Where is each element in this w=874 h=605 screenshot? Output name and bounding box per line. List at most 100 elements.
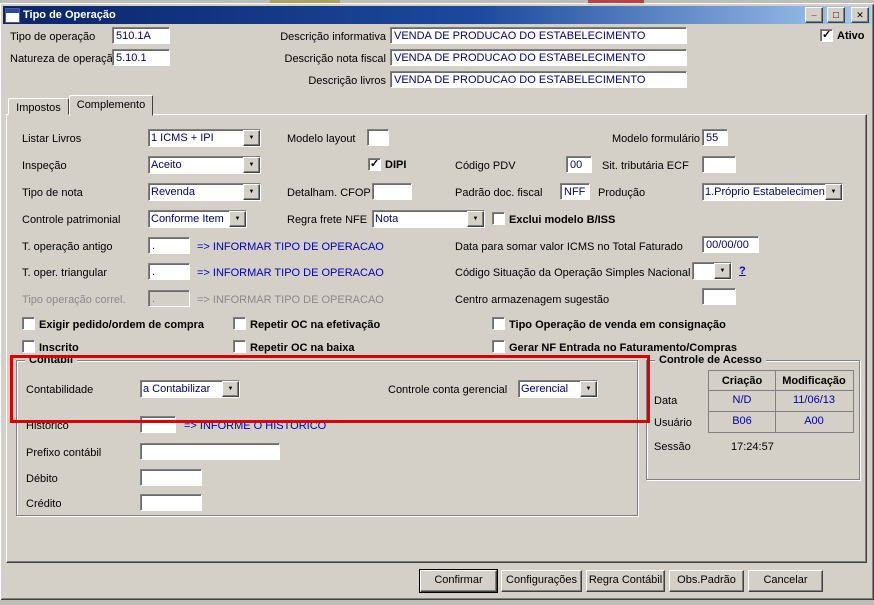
ativo-checkbox[interactable]	[820, 28, 833, 42]
sit-tributaria-ecf-field[interactable]	[702, 156, 736, 173]
window-title: Tipo de Operação	[23, 9, 116, 21]
close-button[interactable]	[851, 7, 869, 23]
chevron-down-icon[interactable]	[580, 381, 597, 397]
controle-conta-gerencial-select[interactable]: Gerencial	[518, 380, 598, 398]
contabilidade-select[interactable]: a Contabilizar	[140, 380, 240, 398]
credito-field[interactable]	[140, 494, 202, 511]
exigir-pedido-label: Exigir pedido/ordem de compra	[39, 319, 205, 331]
listar-livros-select[interactable]: 1 ICMS + IPI	[148, 129, 261, 147]
descricao-livros-field[interactable]: VENDA DE PRODUCAO DO ESTABELECIMENTO	[390, 71, 687, 88]
repetir-oc-efetivacao-checkbox[interactable]	[233, 317, 246, 330]
contabilidade-value: a Contabilizar	[143, 383, 211, 395]
t-operacao-antigo-hint: => INFORMAR TIPO DE OPERACAO	[197, 241, 384, 253]
confirmar-button[interactable]: Confirmar	[419, 569, 498, 593]
titlebar[interactable]: Tipo de Operação	[3, 6, 871, 24]
acesso-data-criacao: N/D	[708, 390, 776, 412]
modelo-formulario-label: Modelo formulário	[612, 133, 701, 145]
codigo-pdv-field[interactable]: 00	[566, 156, 592, 173]
tipo-operacao-correl-field: .	[148, 290, 190, 307]
cod-situacao-simples-value	[693, 263, 714, 279]
tipo-op-venda-consignacao-label: Tipo Operação de venda em consignação	[509, 319, 726, 331]
descricao-informativa-label: Descrição informativa	[280, 31, 386, 43]
descricao-nota-fiscal-field[interactable]: VENDA DE PRODUCAO DO ESTABELECIMENTO	[390, 49, 687, 66]
chevron-down-icon[interactable]	[243, 157, 260, 173]
t-operacao-antigo-label: T. operação antigo	[22, 241, 113, 253]
controle-conta-gerencial-value: Gerencial	[521, 383, 569, 395]
prefixo-contabil-label: Prefixo contábil	[26, 447, 102, 459]
padrao-doc-fiscal-field[interactable]: NFF	[560, 183, 590, 200]
minimize-button[interactable]	[805, 7, 823, 23]
inspecao-select[interactable]: Aceito	[148, 156, 261, 174]
controle-patrimonial-value: Conforme Item	[151, 213, 224, 225]
acesso-usuario-modificacao: A00	[775, 411, 854, 433]
sit-tributaria-ecf-label: Sit. tributária ECF	[602, 160, 689, 172]
prefixo-contabil-field[interactable]	[140, 443, 280, 460]
historico-field[interactable]	[140, 416, 176, 433]
exclui-modelo-biss-checkbox[interactable]	[492, 212, 505, 225]
natureza-operacao-field[interactable]: 5.10.1	[112, 49, 170, 66]
tipo-de-nota-value: Revenda	[151, 186, 196, 198]
inspecao-label: Inspeção	[22, 160, 67, 172]
descricao-nota-fiscal-label: Descrição nota fiscal	[284, 53, 387, 65]
repetir-oc-baixa-checkbox[interactable]	[233, 340, 246, 353]
t-oper-triangular-field[interactable]: .	[148, 263, 190, 280]
producao-label: Produção	[598, 187, 646, 199]
regra-contabil-button[interactable]: Regra Contábil	[586, 570, 665, 592]
detalham-cfop-field[interactable]	[372, 183, 412, 200]
t-oper-triangular-hint: => INFORMAR TIPO DE OPERACAO	[197, 267, 384, 279]
centro-armazenagem-label: Centro armazenagem sugestão	[455, 294, 610, 306]
controle-acesso-group-title: Controle de Acesso	[655, 354, 766, 366]
chevron-down-icon[interactable]	[229, 211, 246, 227]
acesso-row-usuario-label: Usuário	[654, 417, 692, 429]
t-oper-triangular-label: T. oper. triangular	[22, 267, 107, 279]
historico-label: Histórico	[26, 420, 69, 432]
maximize-button[interactable]	[827, 7, 845, 23]
modelo-formulario-field[interactable]: 55	[702, 129, 728, 146]
listar-livros-value: 1 ICMS + IPI	[151, 132, 214, 144]
regra-frete-nfe-value: Nota	[375, 213, 399, 225]
acesso-col-criacao: Criação	[708, 370, 776, 391]
debito-field[interactable]	[140, 469, 202, 486]
exclui-modelo-biss-label: Exclui modelo B/ISS	[509, 214, 616, 226]
centro-armazenagem-field[interactable]	[702, 288, 736, 305]
regra-frete-nfe-label: Regra frete NFE	[287, 214, 368, 226]
descricao-informativa-field[interactable]: VENDA DE PRODUCAO DO ESTABELECIMENTO	[390, 27, 687, 44]
chevron-down-icon[interactable]	[825, 184, 842, 200]
inscrito-checkbox[interactable]	[22, 340, 35, 353]
obs-padrao-button[interactable]: Obs.Padrão	[669, 570, 744, 592]
modelo-layout-field[interactable]	[367, 129, 389, 146]
gerar-nf-entrada-checkbox[interactable]	[492, 340, 505, 353]
inspecao-value: Aceito	[151, 159, 182, 171]
chevron-down-icon[interactable]	[243, 130, 260, 146]
padrao-doc-fiscal-label: Padrão doc. fiscal	[455, 187, 543, 199]
descricao-livros-label: Descrição livros	[308, 75, 386, 87]
debito-label: Débito	[26, 473, 58, 485]
natureza-operacao-label: Natureza de operação	[10, 53, 119, 65]
tipo-operacao-field[interactable]: 510.1A	[112, 27, 170, 44]
controle-patrimonial-select[interactable]: Conforme Item	[148, 210, 247, 228]
chevron-down-icon[interactable]	[222, 381, 239, 397]
ativo-label: Ativo	[837, 30, 865, 42]
t-operacao-antigo-field[interactable]: .	[148, 237, 190, 254]
repetir-oc-efetivacao-label: Repetir OC na efetivação	[250, 319, 381, 331]
regra-frete-nfe-select[interactable]: Nota	[372, 210, 485, 228]
chevron-down-icon[interactable]	[243, 184, 260, 200]
window-icon	[5, 7, 20, 23]
tipo-de-nota-select[interactable]: Revenda	[148, 183, 261, 201]
tab-impostos[interactable]: Impostos	[8, 98, 69, 115]
chevron-down-icon[interactable]	[467, 211, 484, 227]
tipo-op-venda-consignacao-checkbox[interactable]	[492, 317, 505, 330]
simples-nacional-help-link[interactable]: ?	[739, 265, 746, 278]
data-somar-icms-field[interactable]: 00/00/00	[702, 236, 759, 253]
chevron-down-icon[interactable]	[714, 263, 731, 279]
configuracoes-button[interactable]: Configurações	[501, 570, 582, 592]
cancelar-button[interactable]: Cancelar	[748, 570, 823, 592]
controle-conta-gerencial-label: Controle conta gerencial	[388, 384, 508, 396]
cod-situacao-simples-select[interactable]	[692, 262, 732, 280]
dipi-checkbox[interactable]	[368, 157, 381, 171]
producao-select[interactable]: 1.Próprio Estabelecimen	[702, 183, 843, 201]
exigir-pedido-checkbox[interactable]	[22, 317, 35, 330]
acesso-col-modificacao: Modificação	[775, 370, 854, 391]
tab-complemento[interactable]: Complemento	[69, 95, 153, 116]
producao-value: 1.Próprio Estabelecimen	[705, 186, 825, 198]
